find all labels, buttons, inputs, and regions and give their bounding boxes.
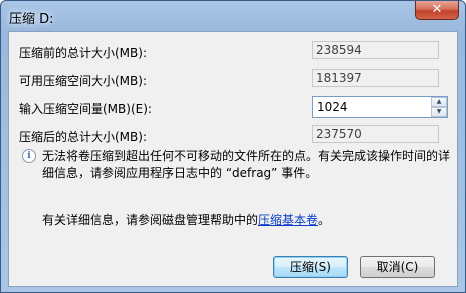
- total-after-label: 压缩后的总计大小(MB):: [19, 130, 147, 144]
- shrink-basic-volume-link[interactable]: 压缩基本卷: [258, 213, 318, 227]
- total-after-value: 237570: [312, 125, 439, 143]
- help-prefix: 有关详细信息，请参阅磁盘管理帮助中的: [42, 213, 259, 227]
- shrink-button[interactable]: 压缩(S): [273, 256, 348, 278]
- total-before-label: 压缩前的总计大小(MB):: [19, 46, 147, 60]
- help-suffix: 。: [318, 213, 331, 227]
- spin-buttons: ▲ ▼: [431, 97, 447, 117]
- shrink-amount-spinner: ▲ ▼: [312, 96, 448, 118]
- dialog-title: 压缩 D:: [9, 12, 54, 27]
- close-icon: ✕: [431, 2, 443, 17]
- shrink-amount-label: 输入压缩空间量(MB)(E):: [19, 102, 152, 116]
- defrag-note: 无法将卷压缩到超出任何不可移动的文件所在的点。有关完成该操作时间的详细信息，请参…: [42, 149, 451, 180]
- title-bar[interactable]: 压缩 D: ✕: [1, 1, 465, 31]
- dialog-body: 压缩前的总计大小(MB): 238594 可用压缩空间大小(MB): 18139…: [8, 31, 458, 287]
- shrink-dialog: 压缩 D: ✕ 压缩前的总计大小(MB): 238594 可用压缩空间大小(MB…: [0, 0, 466, 293]
- shrink-amount-input[interactable]: [313, 97, 431, 117]
- available-label: 可用压缩空间大小(MB):: [19, 74, 147, 88]
- cancel-button[interactable]: 取消(C): [360, 256, 435, 278]
- close-button[interactable]: ✕: [415, 1, 459, 20]
- spin-down-button[interactable]: ▼: [431, 107, 447, 117]
- help-text: 有关详细信息，请参阅磁盘管理帮助中的压缩基本卷。: [42, 211, 330, 228]
- info-icon: i: [22, 149, 36, 163]
- available-value: 181397: [312, 69, 439, 87]
- spin-up-button[interactable]: ▲: [431, 97, 447, 107]
- total-before-value: 238594: [312, 41, 439, 59]
